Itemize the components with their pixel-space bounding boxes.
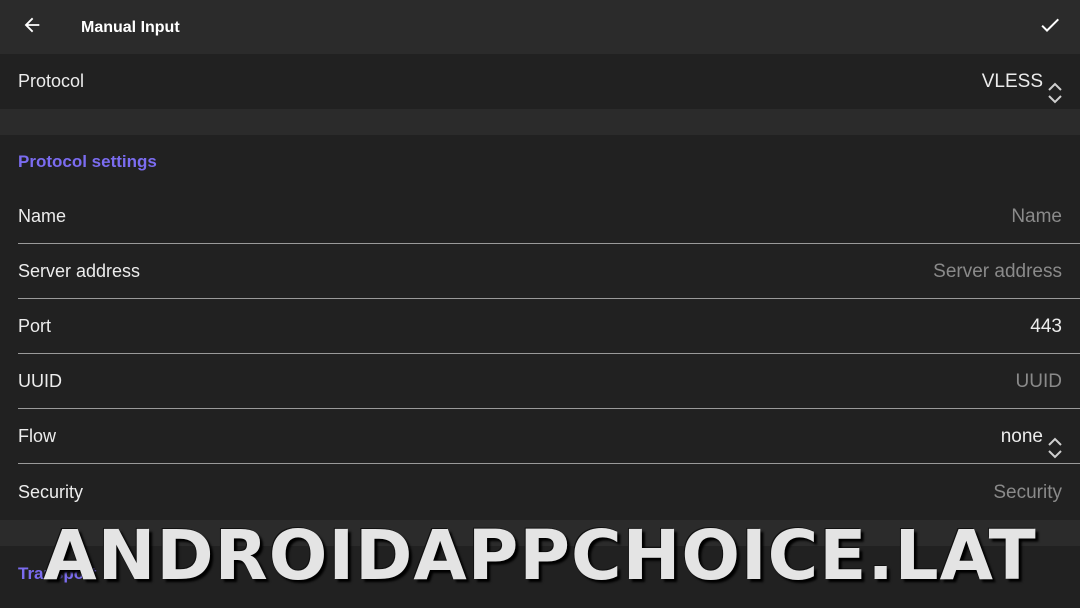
protocol-select[interactable]: VLESS xyxy=(982,54,1063,109)
security-label: Security xyxy=(18,482,84,502)
flow-label: Flow xyxy=(18,426,57,446)
protocol-row[interactable]: Protocol VLESS xyxy=(0,54,1080,109)
name-label: Name xyxy=(18,206,67,226)
port-row[interactable]: Port 443 xyxy=(0,299,1080,354)
protocol-settings-header: Protocol settings xyxy=(18,152,157,171)
unfold-icon xyxy=(1047,426,1063,458)
server-address-field[interactable]: Server address xyxy=(933,244,1062,299)
page-title: Manual Input xyxy=(81,19,180,36)
confirm-button[interactable] xyxy=(1032,9,1068,45)
arrow-left-icon xyxy=(21,14,43,41)
back-button[interactable] xyxy=(14,9,50,45)
uuid-label: UUID xyxy=(18,371,62,391)
flow-select[interactable]: none xyxy=(1001,409,1063,464)
uuid-field[interactable]: UUID xyxy=(1016,354,1062,409)
flow-row[interactable]: Flow none xyxy=(0,409,1080,464)
port-field[interactable]: 443 xyxy=(1030,299,1062,354)
uuid-row[interactable]: UUID UUID xyxy=(0,354,1080,409)
protocol-label: Protocol xyxy=(18,71,85,91)
divider xyxy=(18,463,1080,464)
name-row[interactable]: Name Name xyxy=(0,189,1080,244)
protocol-value: VLESS xyxy=(981,71,1043,92)
check-icon xyxy=(1038,13,1062,42)
server-address-label: Server address xyxy=(18,261,141,281)
manual-input-screen: Manual Input Protocol VLESS Protocol set… xyxy=(0,0,1080,608)
security-field[interactable]: Security xyxy=(993,465,1062,520)
section-gap xyxy=(0,109,1080,135)
server-address-row[interactable]: Server address Server address xyxy=(0,244,1080,299)
watermark-text: ANDROIDAPPCHOICE.LAT xyxy=(43,516,1037,596)
unfold-icon xyxy=(1047,71,1063,103)
top-app-bar: Manual Input xyxy=(0,0,1080,54)
flow-value: none xyxy=(1000,426,1043,447)
security-row[interactable]: Security Security xyxy=(0,465,1080,520)
name-field[interactable]: Name xyxy=(1011,189,1062,244)
port-label: Port xyxy=(18,316,52,336)
